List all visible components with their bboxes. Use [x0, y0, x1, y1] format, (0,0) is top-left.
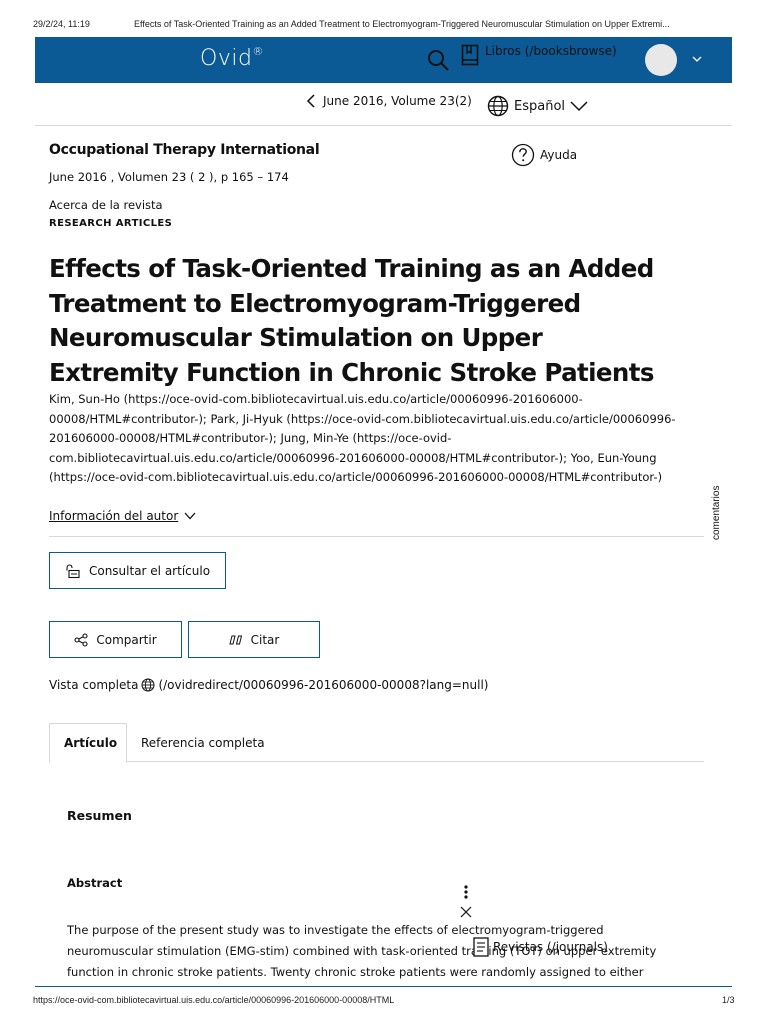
full-view-label: Vista completa [49, 678, 139, 692]
quote-icon [229, 635, 242, 644]
article-tabs: Artículo Referencia completa [49, 723, 704, 763]
help-icon [511, 143, 535, 167]
help-label: Ayuda [540, 148, 578, 162]
journal-name[interactable]: Occupational Therapy International [49, 142, 320, 158]
issue-label: June 2016, Volume 23(2) [323, 94, 472, 108]
lock-icon [66, 563, 80, 578]
divider [35, 125, 732, 126]
top-navigation-bar: Ovid® Libros (/booksbrowse) [35, 37, 732, 83]
globe-icon [141, 678, 155, 692]
books-link[interactable]: Libros (/booksbrowse) [461, 44, 617, 66]
abstract-heading: Abstract [67, 876, 123, 890]
article-title: Effects of Task-Oriented Training as an … [49, 254, 654, 387]
ovid-logo[interactable]: Ovid® [200, 44, 264, 71]
language-label: Español [514, 98, 566, 114]
globe-icon [487, 95, 509, 117]
divider [35, 986, 732, 987]
share-icon [74, 632, 88, 647]
article-section-label: RESEARCH ARTICLES [49, 218, 173, 229]
consult-article-label: Consultar el artículo [88, 563, 211, 578]
author-info-label: Información del autor [49, 509, 179, 523]
comments-tab[interactable]: comentarios [711, 478, 727, 548]
cite-label: Citar [250, 632, 280, 647]
journals-link[interactable]: Revistas (/journals) [473, 937, 608, 957]
print-date: 29/2/24, 11:19 [33, 19, 90, 29]
language-selector[interactable]: Español [487, 95, 588, 117]
full-view-url: (/ovidredirect/00060996-201606000-00008?… [158, 678, 489, 692]
full-view-link[interactable]: Vista completa (/ovidredirect/00060996-2… [49, 678, 488, 692]
tab-article[interactable]: Artículo [49, 723, 127, 763]
chevron-down-icon[interactable] [691, 53, 703, 65]
avatar[interactable] [645, 44, 677, 76]
tab-full-reference[interactable]: Referencia completa [127, 723, 279, 763]
divider [49, 536, 704, 537]
share-label: Compartir [96, 632, 157, 647]
more-vertical-icon[interactable] [464, 885, 468, 899]
chevron-down-icon [184, 512, 196, 520]
cite-button[interactable]: Citar [188, 621, 320, 658]
journal-icon [473, 937, 489, 957]
print-header: 29/2/24, 11:19 Effects of Task-Oriented … [0, 0, 768, 36]
close-icon[interactable] [460, 906, 472, 918]
consult-article-button[interactable]: Consultar el artículo [49, 552, 226, 589]
print-page-number: 1/3 [722, 995, 735, 1005]
author-info-toggle[interactable]: Información del autor [49, 509, 196, 523]
author-list[interactable]: Kim, Sun-Ho (https://oce-ovid-com.biblio… [49, 390, 689, 488]
search-icon[interactable] [426, 48, 450, 72]
share-button[interactable]: Compartir [49, 621, 182, 658]
print-title: Effects of Task-Oriented Training as an … [134, 19, 670, 29]
book-icon [461, 44, 479, 66]
chevron-down-icon [570, 101, 588, 112]
chevron-left-icon[interactable] [305, 94, 317, 108]
logo-text: Ovid [200, 46, 253, 71]
journals-link-label: Revistas (/journals) [493, 940, 608, 954]
about-journal-link[interactable]: Acerca de la revista [49, 198, 163, 212]
print-footer-url: https://oce-ovid-com.bibliotecavirtual.u… [33, 995, 395, 1005]
books-link-label: Libros (/booksbrowse) [485, 44, 617, 58]
summary-heading: Resumen [67, 808, 132, 823]
issue-navigation[interactable]: June 2016, Volume 23(2) [305, 94, 472, 108]
floating-menu [460, 885, 472, 918]
help-link[interactable]: Ayuda [511, 143, 577, 167]
journal-issue-meta: June 2016 , Volumen 23 ( 2 ), p 165 – 17… [49, 170, 289, 184]
logo-mark: ® [252, 44, 264, 58]
